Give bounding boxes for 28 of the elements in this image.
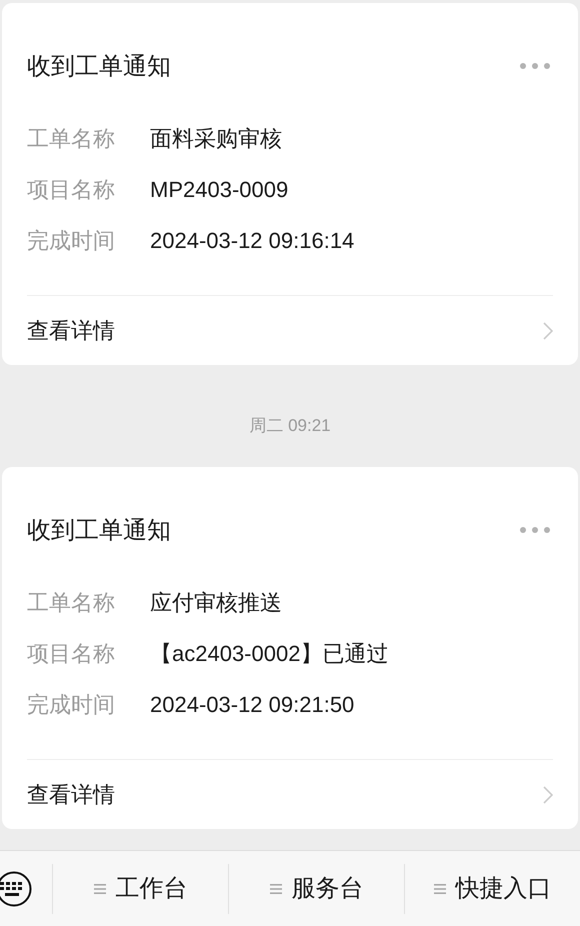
field-label: 工单名称: [27, 589, 116, 617]
view-details-link[interactable]: 查看详情: [27, 296, 553, 365]
menu-tab[interactable]: 快捷入口: [404, 864, 580, 914]
view-details-link[interactable]: 查看详情: [27, 760, 553, 829]
field-value: 【ac2403-0002】已通过: [150, 640, 388, 668]
field-label: 项目名称: [27, 640, 116, 668]
chevron-right-icon: [543, 322, 553, 340]
menu-tab[interactable]: 服务台: [228, 864, 404, 914]
more-icon[interactable]: [520, 527, 550, 533]
more-icon[interactable]: [520, 63, 550, 69]
message-timestamp: 周二 09:21: [249, 416, 331, 437]
menu-icon: [270, 882, 282, 894]
menu-icon: [434, 882, 446, 894]
field-value: 面料采购审核: [150, 125, 282, 153]
menu-tab[interactable]: 工作台: [52, 864, 228, 914]
card-title: 收到工单通知: [27, 516, 171, 546]
field-value: 2024-03-12 09:21:50: [150, 691, 354, 719]
field-value: 应付审核推送: [150, 589, 282, 617]
menu-icon: [94, 882, 106, 894]
card-title: 收到工单通知: [27, 52, 171, 82]
field-label: 项目名称: [27, 176, 116, 204]
field-label: 完成时间: [27, 227, 116, 255]
keyboard-icon[interactable]: [0, 870, 33, 908]
field-value: 2024-03-12 09:16:14: [150, 227, 354, 255]
field-value: MP2403-0009: [150, 176, 288, 204]
field-label: 工单名称: [27, 125, 116, 153]
chevron-right-icon: [543, 786, 553, 804]
field-label: 完成时间: [27, 691, 116, 719]
